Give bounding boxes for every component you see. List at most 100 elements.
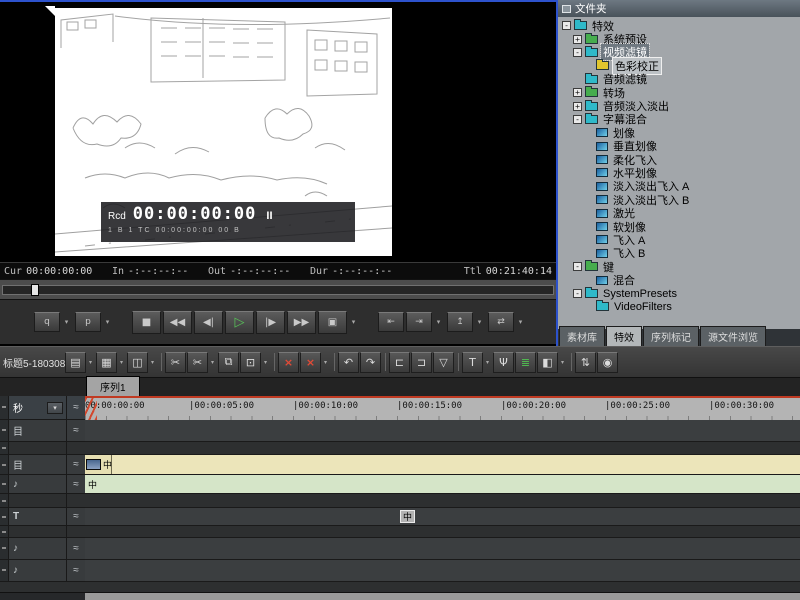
tree-item[interactable]: 划像: [558, 126, 800, 139]
cut-button[interactable]: ✂: [165, 352, 186, 373]
track-title-1[interactable]: 中: [85, 508, 800, 526]
tree-item[interactable]: -视频滤镜: [558, 46, 800, 59]
set-out-button[interactable]: p: [75, 312, 101, 332]
tree-item[interactable]: VideoFilters: [558, 300, 800, 313]
track-select-strip[interactable]: [0, 494, 9, 507]
step-back-button[interactable]: ◀|: [194, 311, 223, 334]
tree-expander-icon[interactable]: +: [573, 102, 582, 111]
ruler-unit-dropdown[interactable]: ▾: [47, 402, 63, 414]
scrubber-bar[interactable]: [0, 279, 556, 300]
save-project-button[interactable]: ◫: [127, 352, 148, 373]
waveform-toggle[interactable]: ≈: [66, 508, 85, 525]
fast-forward-button[interactable]: ▶▶: [287, 311, 316, 334]
export-button[interactable]: ⇄: [488, 312, 514, 332]
multicam-mode-button-dropdown-icon[interactable]: ▾: [559, 359, 566, 366]
ripple-delete-button[interactable]: ×: [300, 352, 321, 373]
loop-playback-button-dropdown-icon[interactable]: ▾: [349, 318, 358, 326]
track-select-strip[interactable]: [0, 442, 9, 454]
track-select-strip[interactable]: [0, 455, 9, 474]
tree-item[interactable]: -特效: [558, 19, 800, 32]
set-in-button-dropdown-icon[interactable]: ▾: [62, 318, 71, 326]
stop-button[interactable]: ■: [132, 311, 161, 334]
waveform-toggle[interactable]: [66, 494, 85, 507]
loop-playback-button[interactable]: ▣: [318, 311, 347, 334]
set-in-button[interactable]: q: [34, 312, 60, 332]
set-out-button-dropdown-icon[interactable]: ▾: [103, 318, 112, 326]
track-video-1[interactable]: 中: [85, 455, 800, 475]
waveform-toggle[interactable]: [66, 526, 85, 537]
paste-button-dropdown-icon[interactable]: ▾: [262, 359, 269, 366]
speaker-icon[interactable]: ♪: [13, 565, 18, 576]
rewind-button[interactable]: ◀◀: [163, 311, 192, 334]
tree-item[interactable]: +转场: [558, 86, 800, 99]
sequence-tab[interactable]: 序列1: [86, 376, 140, 396]
title-button-dropdown-icon[interactable]: ▾: [484, 359, 491, 366]
undo-button[interactable]: ↶: [338, 352, 359, 373]
goto-in-button[interactable]: ⇤: [378, 312, 404, 332]
waveform-toggle[interactable]: ≈: [66, 455, 85, 474]
multicam-mode-button[interactable]: ◧: [537, 352, 558, 373]
video-enable-icon[interactable]: 目: [13, 457, 23, 472]
tree-item[interactable]: -键: [558, 260, 800, 273]
palette-tab-序列标记[interactable]: 序列标记: [643, 326, 699, 346]
audio-clip[interactable]: 中: [85, 475, 97, 493]
track-select-strip[interactable]: [0, 508, 9, 525]
tree-expander-icon[interactable]: -: [573, 48, 582, 57]
tree-item[interactable]: -SystemPresets: [558, 287, 800, 300]
tree-item[interactable]: 激光: [558, 206, 800, 219]
mark-in-toolbar-button[interactable]: ⊏: [389, 352, 410, 373]
record-button[interactable]: ◉: [597, 352, 618, 373]
waveform-toggle-header[interactable]: ≈: [66, 396, 85, 419]
play-button[interactable]: ▷: [225, 311, 254, 334]
copy-button[interactable]: ⧉: [218, 352, 239, 373]
track-gap-3[interactable]: [85, 526, 800, 538]
tree-item[interactable]: -字幕混合: [558, 113, 800, 126]
step-forward-button[interactable]: |▶: [256, 311, 285, 334]
cut-mode-button-dropdown-icon[interactable]: ▾: [209, 359, 216, 366]
ripple-delete-button-dropdown-icon[interactable]: ▾: [322, 359, 329, 366]
tree-item[interactable]: 音频滤镜: [558, 73, 800, 86]
video-clip[interactable]: 中: [85, 455, 112, 474]
new-project-button[interactable]: ▤: [65, 352, 86, 373]
waveform-toggle[interactable]: [66, 442, 85, 454]
speaker-icon[interactable]: ♪: [13, 479, 18, 490]
tree-item[interactable]: 淡入淡出飞入 B: [558, 193, 800, 206]
track-select-strip[interactable]: [0, 560, 9, 581]
tree-expander-icon[interactable]: -: [573, 289, 582, 298]
playhead-marker[interactable]: [85, 398, 97, 420]
tree-item[interactable]: 混合: [558, 273, 800, 286]
timeline-horizontal-scrollbar[interactable]: [85, 592, 800, 600]
track-select-strip[interactable]: [0, 526, 9, 537]
save-project-button-dropdown-icon[interactable]: ▾: [149, 359, 156, 366]
title-track-icon[interactable]: T: [13, 511, 19, 522]
tree-item[interactable]: +音频淡入淡出: [558, 99, 800, 112]
tree-item[interactable]: +系统预设: [558, 32, 800, 45]
track-select-strip[interactable]: [0, 475, 9, 493]
waveform-toggle[interactable]: ≈: [66, 538, 85, 559]
paste-button[interactable]: ⊡: [240, 352, 261, 373]
tree-item[interactable]: 飞入 A: [558, 233, 800, 246]
video-enable-icon[interactable]: 目: [13, 423, 23, 438]
new-sequence-button[interactable]: ▦: [96, 352, 117, 373]
goto-out-button-dropdown-icon[interactable]: ▾: [434, 318, 443, 326]
speaker-icon[interactable]: ♪: [13, 543, 18, 554]
export-button-dropdown-icon[interactable]: ▾: [516, 318, 525, 326]
track-video-2[interactable]: [85, 420, 800, 442]
waveform-toggle[interactable]: ≈: [66, 475, 85, 493]
mark-out-toolbar-button[interactable]: ⊐: [411, 352, 432, 373]
waveform-toggle[interactable]: ≈: [66, 560, 85, 581]
track-audio-2[interactable]: [85, 538, 800, 560]
tree-item[interactable]: 垂直划像: [558, 140, 800, 153]
tree-expander-icon[interactable]: -: [562, 21, 571, 30]
new-project-button-dropdown-icon[interactable]: ▾: [87, 359, 94, 366]
tree-item[interactable]: 柔化飞入: [558, 153, 800, 166]
track-audio-1[interactable]: 中: [85, 475, 800, 494]
add-cut-point-button-dropdown-icon[interactable]: ▾: [475, 318, 484, 326]
track-audio-3[interactable]: [85, 560, 800, 582]
cut-mode-button[interactable]: ✂: [187, 352, 208, 373]
scrubber-track[interactable]: [2, 285, 554, 295]
add-marker-button[interactable]: ▽: [433, 352, 454, 373]
timeline-ruler[interactable]: 00:00:00:00|00:00:05:00|00:00:10:00|00:0…: [85, 396, 800, 420]
ripple-cut-button[interactable]: ×: [278, 352, 299, 373]
scrubber-handle[interactable]: [31, 284, 39, 296]
